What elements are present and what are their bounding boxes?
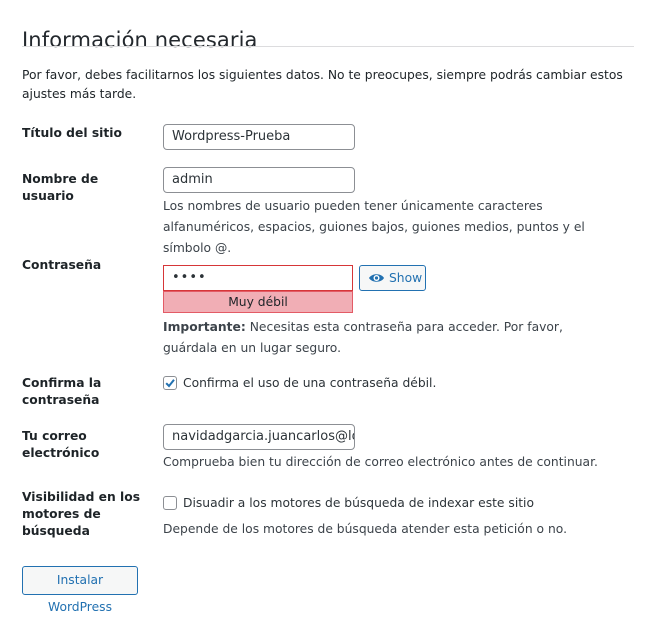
username-description: Los nombres de usuario pueden tener únic… xyxy=(163,199,585,255)
site-title-label: Título del sitio xyxy=(22,126,122,140)
install-wordpress-button[interactable]: Instalar WordPress xyxy=(22,566,138,614)
intro-text: Por favor, debes facilitarnos los siguie… xyxy=(22,68,623,101)
password-label: Contraseña xyxy=(22,258,102,272)
discourage-search-checkbox[interactable] xyxy=(163,496,177,510)
email-label: Tu correo electrónico xyxy=(22,429,100,460)
confirm-weak-password-checkbox[interactable] xyxy=(163,376,177,390)
confirm-weak-password-row: Confirma el uso de una contraseña débil. xyxy=(163,374,436,392)
username-label: Nombre de usuario xyxy=(22,172,99,203)
username-input[interactable]: admin xyxy=(163,167,355,193)
show-password-label: Show xyxy=(389,271,423,285)
confirm-password-label: Confirma la contraseña xyxy=(22,376,102,407)
password-strength-meter: Muy débil xyxy=(163,291,353,313)
email-description: Comprueba bien tu dirección de correo el… xyxy=(163,455,598,469)
discourage-search-row: Disuadir a los motores de búsqueda de in… xyxy=(163,494,534,512)
email-input[interactable]: navidadgarcia.juancarlos@losce xyxy=(163,424,355,450)
site-title-input[interactable]: Wordpress-Prueba xyxy=(163,124,355,150)
password-important-note: Importante: Necesitas esta contraseña pa… xyxy=(163,317,613,359)
discourage-search-label: Disuadir a los motores de búsqueda de in… xyxy=(183,496,534,510)
eye-icon xyxy=(369,274,384,282)
title-divider xyxy=(22,46,634,47)
page-title: Información necesaria xyxy=(22,28,258,53)
checkmark-icon xyxy=(165,379,175,388)
search-visibility-description: Depende de los motores de búsqueda atend… xyxy=(163,522,567,536)
show-password-button[interactable]: Show xyxy=(359,265,426,291)
password-input[interactable]: •••• xyxy=(163,265,353,291)
search-visibility-label: Visibilidad en los motores de búsqueda xyxy=(22,490,141,538)
important-label: Importante: xyxy=(163,320,246,334)
confirm-weak-password-label: Confirma el uso de una contraseña débil. xyxy=(183,376,437,390)
